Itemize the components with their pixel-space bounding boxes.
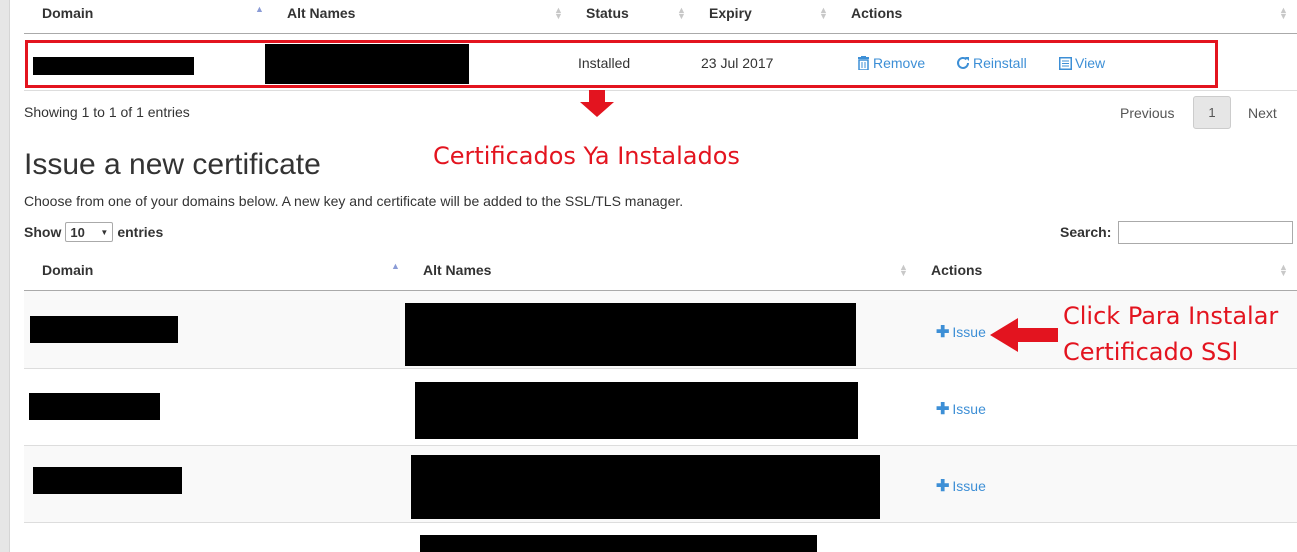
redacted-alt-names	[420, 535, 817, 552]
section-description: Choose from one of your domains below. A…	[24, 193, 684, 209]
highlight-box	[25, 40, 1218, 88]
col-header-alt-names[interactable]: Alt Names	[423, 262, 491, 278]
sort-icon: ▲ ▼	[1279, 262, 1288, 278]
page-1-button[interactable]: 1	[1193, 96, 1231, 129]
annotation-click-line2: Certificado SSl	[1063, 338, 1239, 366]
next-button[interactable]: Next	[1248, 105, 1277, 121]
col-header-domain[interactable]: Domain	[42, 5, 93, 21]
entries-select-value: 10	[70, 224, 85, 240]
sort-icon: ▲ ▼	[819, 5, 828, 21]
sort-icon: ▲ ▼	[554, 5, 563, 21]
left-scroll-gutter	[0, 0, 10, 552]
annotation-installed: Certificados Ya Instalados	[433, 142, 740, 170]
arrow-left-icon	[990, 318, 1058, 352]
issue-button[interactable]: ✚ Issue	[936, 476, 986, 496]
issue-button[interactable]: ✚ Issue	[936, 322, 986, 342]
redacted-alt-names	[405, 303, 856, 366]
col-header-alt-names[interactable]: Alt Names	[287, 5, 355, 21]
issue-label: Issue	[952, 324, 986, 340]
row-divider	[24, 368, 1297, 369]
issue-label: Issue	[952, 478, 986, 494]
entries-select[interactable]: 10 ▼	[65, 222, 114, 242]
search-label: Search:	[1060, 224, 1112, 240]
redacted-domain	[33, 467, 182, 494]
header-divider	[24, 33, 1297, 34]
section-title: Issue a new certificate	[24, 148, 321, 181]
table-info: Showing 1 to 1 of 1 entries	[24, 104, 190, 120]
chevron-down-icon: ▼	[100, 227, 109, 237]
sort-asc-icon: ▲	[391, 261, 400, 271]
show-label: Show	[24, 224, 62, 240]
row-divider	[24, 522, 1297, 523]
previous-button[interactable]: Previous	[1120, 105, 1174, 121]
plus-icon: ✚	[936, 478, 950, 495]
redacted-domain	[30, 316, 178, 343]
sort-asc-icon: ▲	[255, 4, 264, 14]
annotation-click-line1: Click Para Instalar	[1063, 302, 1279, 330]
col-header-domain[interactable]: Domain	[42, 262, 93, 278]
length-menu: Show 10 ▼ entries	[24, 222, 163, 242]
issue-label: Issue	[952, 401, 986, 417]
arrow-down-icon	[580, 90, 614, 117]
sort-icon: ▲ ▼	[899, 262, 908, 278]
redacted-alt-names	[411, 455, 880, 519]
plus-icon: ✚	[936, 324, 950, 341]
entries-label: entries	[117, 224, 164, 240]
redacted-alt-names	[415, 382, 858, 439]
col-header-expiry[interactable]: Expiry	[709, 5, 752, 21]
sort-icon: ▲ ▼	[677, 5, 686, 21]
sort-icon: ▲ ▼	[1279, 5, 1288, 21]
search-input[interactable]	[1118, 221, 1293, 244]
col-header-status[interactable]: Status	[586, 5, 629, 21]
plus-icon: ✚	[936, 401, 950, 418]
col-header-actions[interactable]: Actions	[931, 262, 982, 278]
col-header-actions[interactable]: Actions	[851, 5, 902, 21]
row-divider	[24, 90, 1297, 91]
redacted-domain	[29, 393, 160, 420]
issue-button[interactable]: ✚ Issue	[936, 399, 986, 419]
